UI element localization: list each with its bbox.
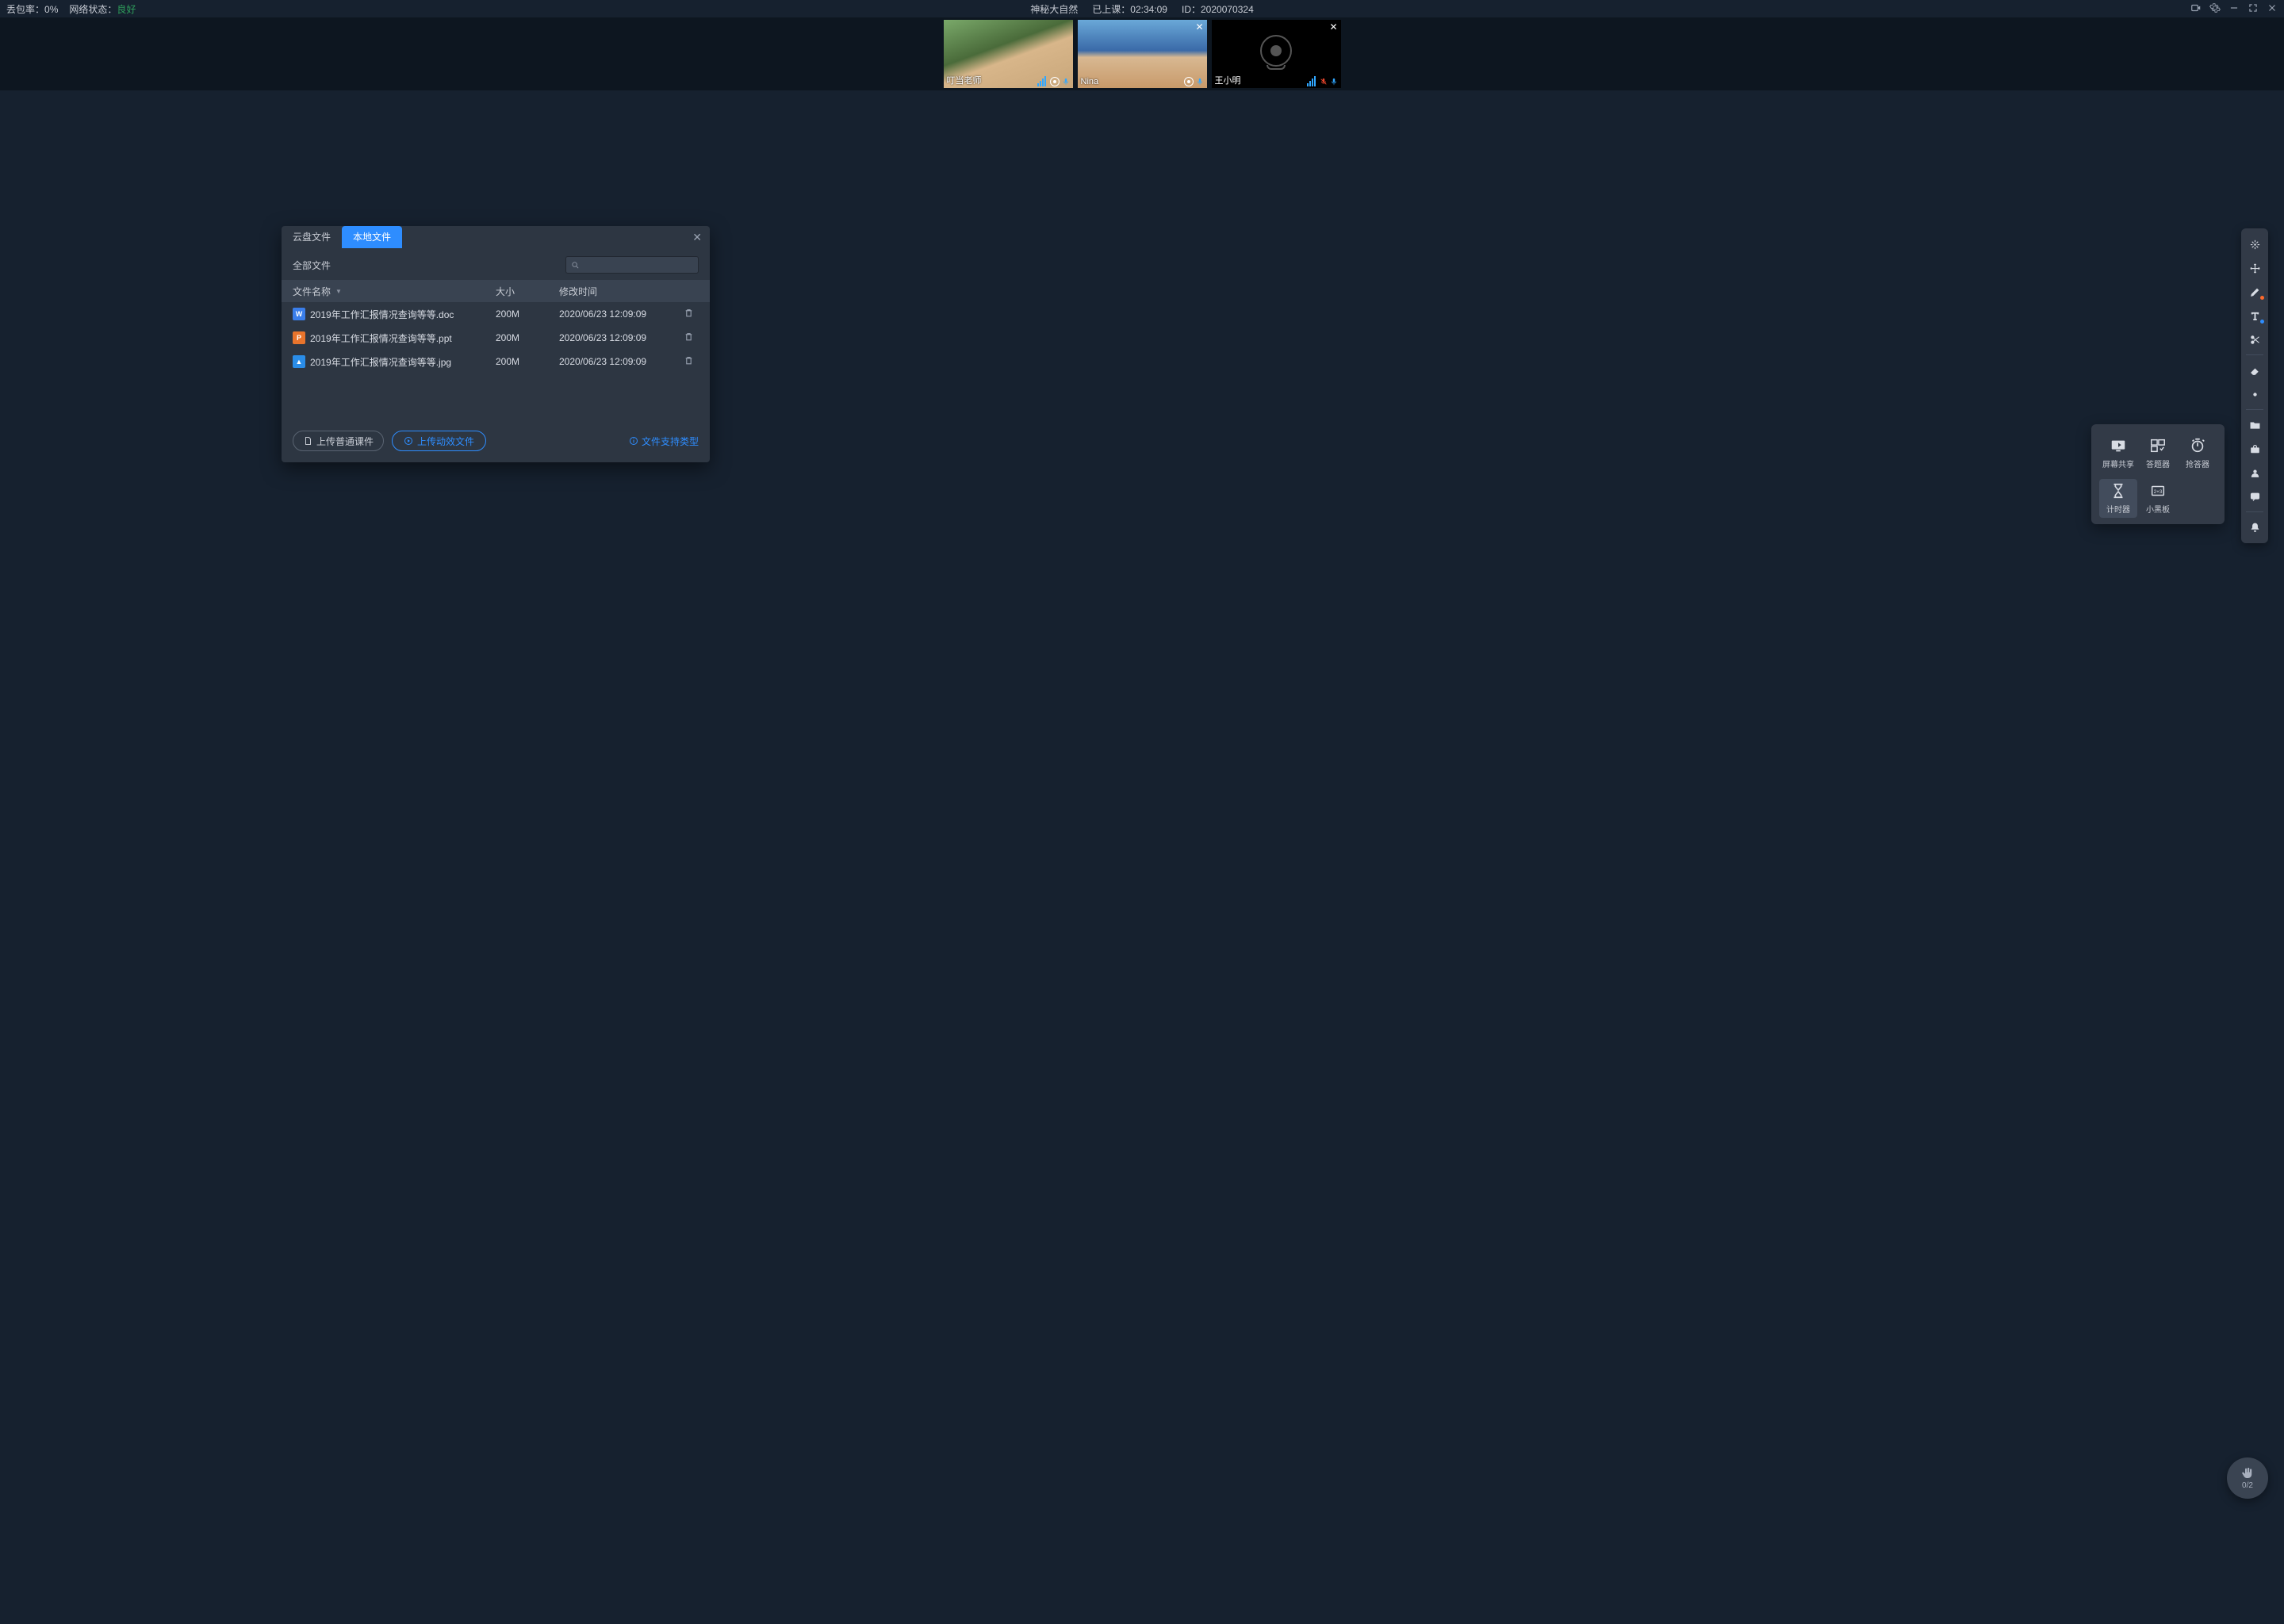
video-tile-student[interactable]: ✕ Nina [1078,20,1207,88]
record-icon[interactable] [2190,2,2202,16]
tool-responder[interactable]: 抢答器 [2179,434,2217,473]
elapsed-label: 已上课： [1092,4,1130,15]
session-id-value: 2020070324 [1201,4,1254,15]
mic-muted-icon [1320,77,1328,86]
video-strip: 叮当老师 ✕ Nina ✕ 王小明 [0,17,2284,90]
signal-bars-icon [1307,76,1316,86]
camera-on-icon [1184,77,1194,86]
tile-name: 王小明 [1215,74,1241,86]
minimize-button[interactable] [2228,2,2240,16]
timer-icon [2110,482,2127,500]
tool-toolbox[interactable] [2244,438,2266,460]
dialog-close-icon[interactable]: ✕ [692,231,702,244]
class-title: 神秘大自然 [1030,2,1078,16]
network-status-label: 网络状态： [69,4,117,15]
upload-animated-button[interactable]: 上传动效文件 [392,431,486,451]
tile-close-icon[interactable]: ✕ [1195,21,1203,33]
delete-icon[interactable] [684,308,694,318]
maximize-button[interactable] [2248,2,2259,16]
raise-hand-count: 0/2 [2242,1481,2253,1490]
tool-move[interactable] [2244,257,2266,279]
mic-on-icon [1330,77,1338,86]
screen-share-icon [2110,437,2127,454]
tool-bell[interactable] [2244,516,2266,538]
tool-text[interactable] [2244,304,2266,327]
tool-timer[interactable]: 计时器 [2099,479,2137,518]
close-button[interactable] [2267,2,2278,16]
document-icon [303,436,312,446]
mic-on-icon [1062,77,1070,86]
video-tile-student[interactable]: ✕ 王小明 [1212,20,1341,88]
tile-name: Nina [1081,77,1099,86]
responder-icon [2189,437,2206,454]
col-modified[interactable]: 修改时间 [559,285,678,298]
elapsed-value: 02:34:09 [1130,4,1167,15]
camera-on-icon [1050,77,1060,86]
answer-box-icon [2149,437,2167,454]
small-board-icon: 2+3 [2149,482,2167,500]
supported-types-link[interactable]: 文件支持类型 [629,435,699,448]
network-status-value: 良好 [117,4,136,15]
tool-answer-box[interactable]: 答题器 [2139,434,2177,473]
video-tile-teacher[interactable]: 叮当老师 [944,20,1073,88]
raise-hand-button[interactable]: 0/2 [2227,1457,2268,1499]
tool-pen[interactable] [2244,281,2266,303]
signal-bars-icon [1037,76,1046,86]
tile-close-icon[interactable]: ✕ [1329,21,1337,33]
mic-on-icon [1196,77,1204,86]
packet-loss-value: 0% [44,4,58,15]
image-file-icon: ▲ [293,355,305,368]
ppt-file-icon: P [293,331,305,344]
top-status-bar: 丢包率：0% 网络状态：良好 神秘大自然 已上课：02:34:09 ID：202… [0,0,2284,17]
table-header: 文件名称▼ 大小 修改时间 [282,280,710,302]
table-row[interactable]: ▲2019年工作汇报情况查询等等.jpg 200M 2020/06/23 12:… [282,350,710,373]
search-icon [571,261,580,270]
info-icon [629,436,638,446]
packet-loss-label: 丢包率： [6,4,44,15]
delete-icon[interactable] [684,355,694,366]
search-input[interactable] [565,256,699,274]
color-indicator-dot [2260,296,2264,300]
tab-local-files[interactable]: 本地文件 [342,226,402,248]
table-row[interactable]: W2019年工作汇报情况查询等等.doc 200M 2020/06/23 12:… [282,302,710,326]
vertical-toolbar [2241,228,2268,543]
sort-desc-icon: ▼ [335,288,342,295]
settings-icon[interactable] [2209,2,2221,16]
tool-small-board[interactable]: 2+3 小黑板 [2139,479,2177,518]
play-circle-icon [404,436,413,446]
hand-icon [2240,1466,2255,1480]
delete-icon[interactable] [684,331,694,342]
color-indicator-dot [2260,320,2264,324]
doc-file-icon: W [293,308,305,320]
tool-folder[interactable] [2244,414,2266,436]
tool-screen-share[interactable]: 屏幕共享 [2099,434,2137,473]
tools-popup: 屏幕共享 答题器 抢答器 计时器 2+3 小黑板 [2091,424,2225,524]
tool-chat[interactable] [2244,485,2266,508]
session-id-label: ID： [1182,4,1201,15]
col-filename[interactable]: 文件名称▼ [293,285,496,298]
svg-text:2+3: 2+3 [2154,489,2163,495]
file-dialog: 云盘文件 本地文件 ✕ 全部文件 文件名称▼ 大小 修改时间 W2019年工作汇… [282,226,710,462]
tool-scissors[interactable] [2244,328,2266,350]
tool-user[interactable] [2244,462,2266,484]
camera-off-icon [1260,35,1292,67]
all-files-label: 全部文件 [293,259,331,272]
tool-eraser[interactable] [2244,359,2266,381]
tool-laser-pointer[interactable] [2244,233,2266,255]
upload-normal-button[interactable]: 上传普通课件 [293,431,384,451]
col-size[interactable]: 大小 [496,285,559,298]
table-row[interactable]: P2019年工作汇报情况查询等等.ppt 200M 2020/06/23 12:… [282,326,710,350]
tool-spotlight[interactable] [2244,383,2266,405]
tab-cloud-files[interactable]: 云盘文件 [282,226,342,248]
tile-name: 叮当老师 [947,74,982,86]
